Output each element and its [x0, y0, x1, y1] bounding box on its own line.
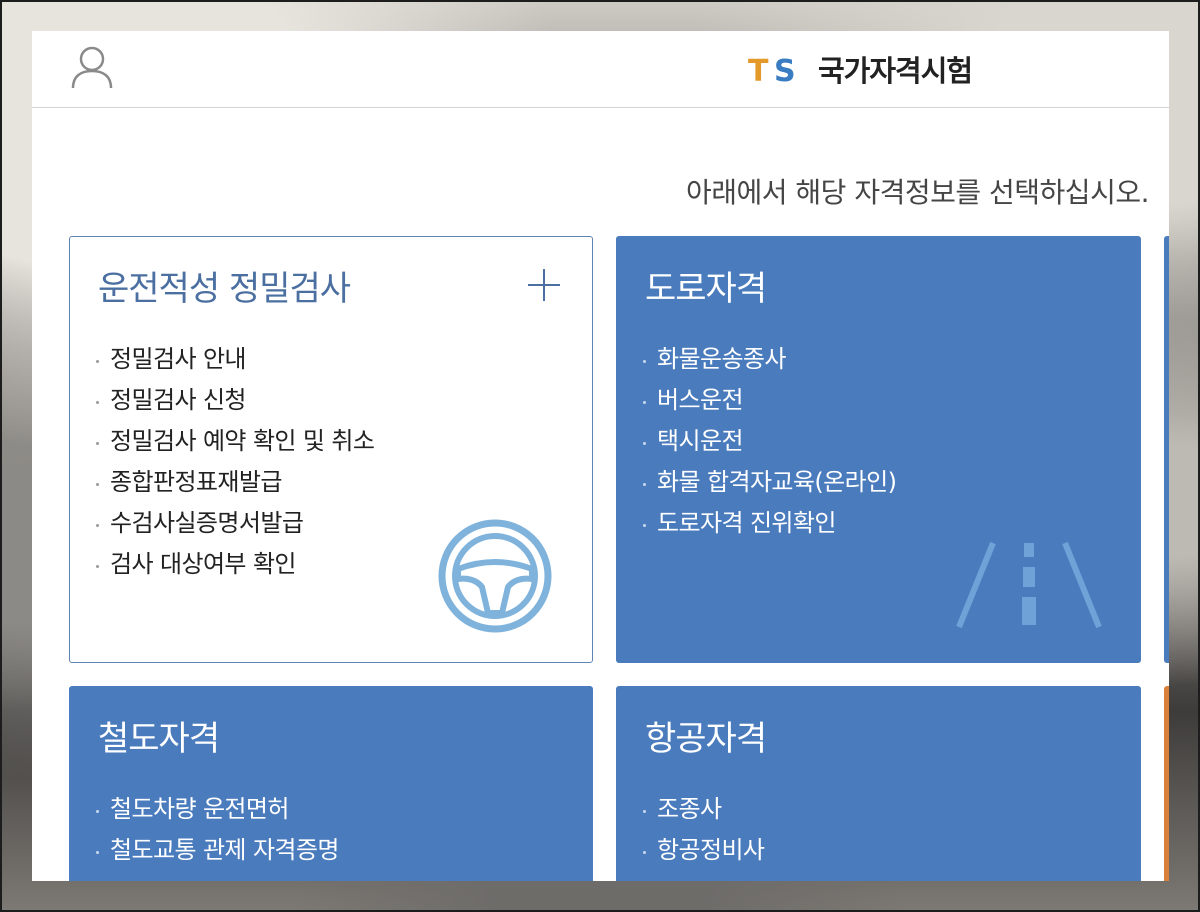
- user-icon[interactable]: [70, 44, 114, 90]
- list-item[interactable]: 버스운전: [643, 380, 896, 421]
- card-title[interactable]: 도로자격: [645, 261, 767, 310]
- list-item[interactable]: 철도교통 관제 자격증명: [96, 830, 339, 871]
- next-card-edge: [1164, 686, 1169, 881]
- card-driving-aptitude-test: 운전적성 정밀검사 정밀검사 안내 정밀검사 신청 정밀검사 예약 확인 및 취…: [69, 236, 593, 663]
- card-title[interactable]: 운전적성 정밀검사: [98, 261, 351, 310]
- svg-text:T: T: [748, 54, 769, 85]
- main-panel: T S 국가자격시험 아래에서 해당 자격정보를 선택하십시오. 운전적성 정밀…: [32, 31, 1169, 881]
- card-item-list: 조종사 항공정비사: [643, 789, 765, 871]
- ts-logo-icon: T S: [748, 54, 796, 85]
- brand-name: 국가자격시험: [818, 54, 973, 88]
- list-item[interactable]: 항공정비사: [643, 830, 765, 871]
- list-item[interactable]: 수검사실증명서발급: [96, 503, 374, 544]
- list-item[interactable]: 택시운전: [643, 421, 896, 462]
- list-item[interactable]: 정밀검사 안내: [96, 339, 374, 380]
- list-item[interactable]: 철도차량 운전면허: [96, 789, 339, 830]
- card-road-qualification: 도로자격 화물운송종사 버스운전 택시운전 화물 합격자교육(온라인) 도로자격…: [616, 236, 1141, 663]
- plus-icon[interactable]: [526, 267, 562, 303]
- card-title[interactable]: 항공자격: [645, 711, 767, 760]
- card-title[interactable]: 철도자격: [98, 711, 220, 760]
- list-item[interactable]: 조종사: [643, 789, 764, 830]
- card-item-list: 화물운송종사 버스운전 택시운전 화물 합격자교육(온라인) 도로자격 진위확인: [643, 339, 897, 544]
- list-item[interactable]: 검사 대상여부 확인: [96, 544, 374, 585]
- brand-logo[interactable]: T S 국가자격시험: [748, 49, 973, 89]
- header: T S 국가자격시험: [32, 31, 1169, 108]
- list-item[interactable]: 종합판정표재발급: [96, 462, 374, 503]
- list-item[interactable]: 도로자격 진위확인: [643, 503, 896, 544]
- svg-text:S: S: [774, 54, 796, 85]
- road-icon: [956, 541, 1102, 629]
- steering-wheel-icon: [438, 519, 552, 633]
- card-railway-qualification: 철도자격 철도차량 운전면허 철도교통 관제 자격증명: [69, 686, 593, 881]
- list-item[interactable]: 정밀검사 신청: [96, 380, 374, 421]
- card-aviation-qualification: 항공자격 조종사 항공정비사: [616, 686, 1141, 881]
- list-item[interactable]: 정밀검사 예약 확인 및 취소: [96, 421, 375, 462]
- next-card-edge: [1164, 236, 1169, 663]
- card-item-list: 정밀검사 안내 정밀검사 신청 정밀검사 예약 확인 및 취소 종합판정표재발급…: [96, 339, 375, 585]
- guide-text: 아래에서 해당 자격정보를 선택하십시오.: [685, 176, 1150, 209]
- card-item-list: 철도차량 운전면허 철도교통 관제 자격증명: [96, 789, 339, 871]
- list-item[interactable]: 화물 합격자교육(온라인): [643, 462, 897, 503]
- list-item[interactable]: 화물운송종사: [643, 339, 896, 380]
